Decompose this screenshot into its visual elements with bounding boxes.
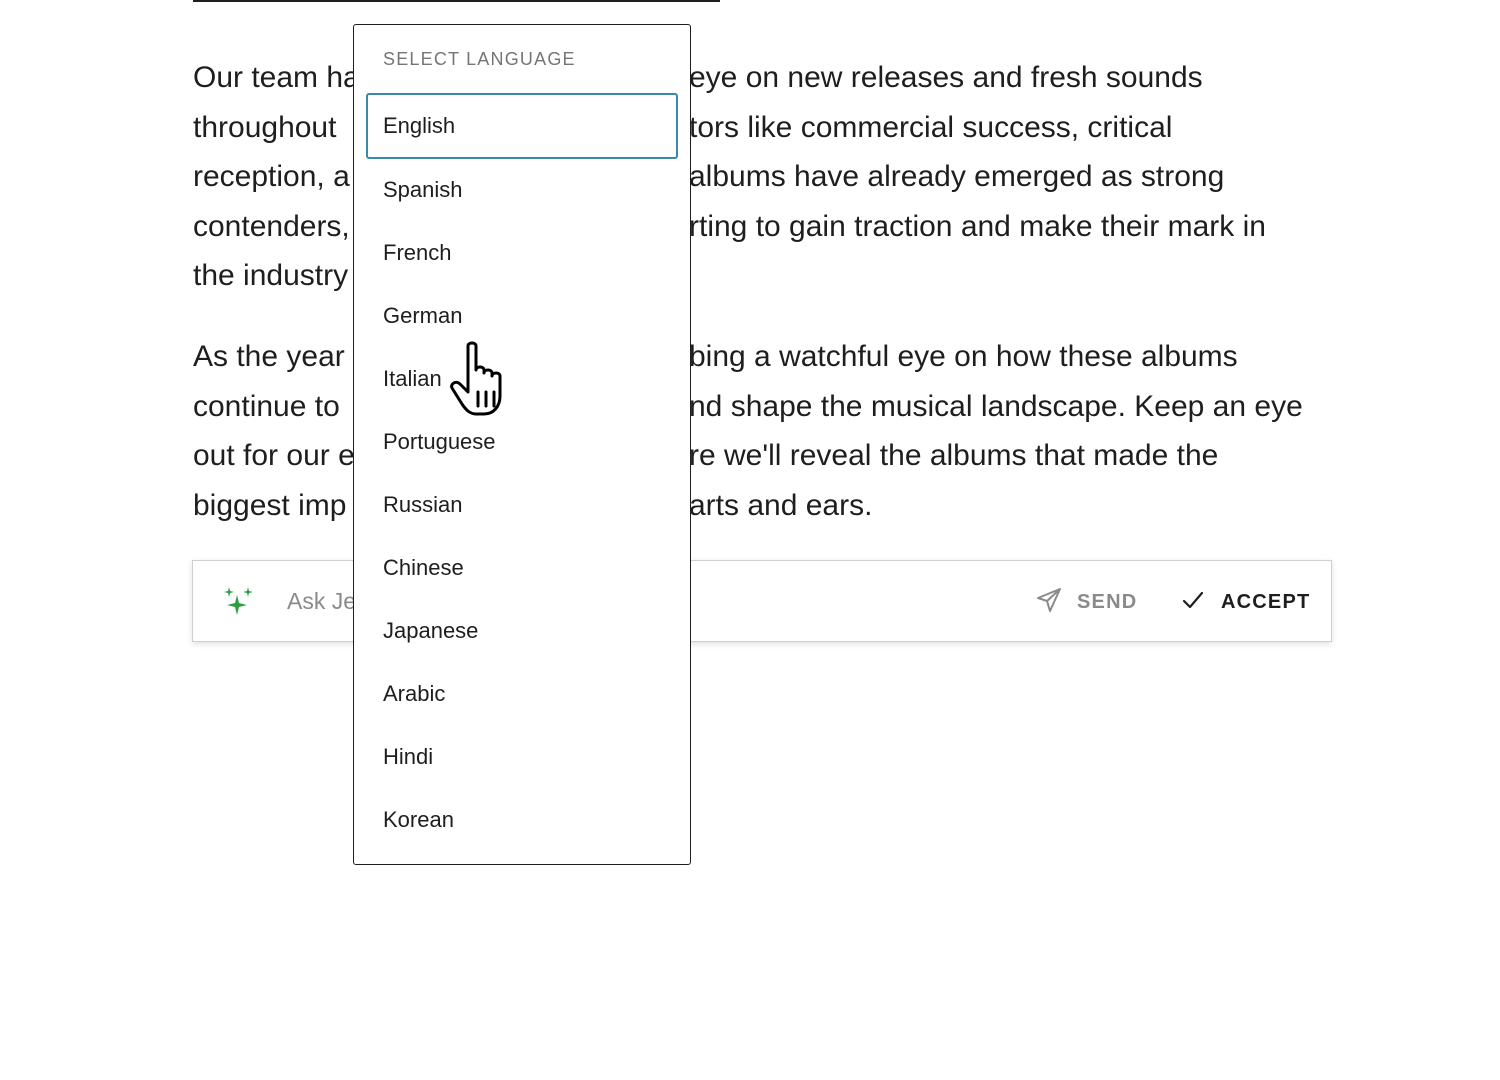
paragraph-text: arts and ears. xyxy=(689,489,873,522)
paragraph-text: the industry xyxy=(193,259,349,292)
language-option-korean[interactable]: Korean xyxy=(366,787,678,853)
language-option-russian[interactable]: Russian xyxy=(366,472,678,538)
accept-button[interactable]: ACCEPT xyxy=(1181,583,1310,621)
language-option-portuguese[interactable]: Portuguese xyxy=(366,409,678,475)
paragraph-text: Our team ha xyxy=(193,61,360,94)
editor-page: Our team ha throughout reception, a cont… xyxy=(0,0,1500,1080)
language-option-japanese[interactable]: Japanese xyxy=(366,598,678,664)
language-option-spanish[interactable]: Spanish xyxy=(366,157,678,223)
language-option-english[interactable]: English xyxy=(366,93,678,159)
paragraph-text: out for our e xyxy=(193,439,355,472)
paragraph-text: rting to gain traction and make their ma… xyxy=(689,210,1266,243)
language-option-french[interactable]: French xyxy=(366,220,678,286)
paragraph-text: As the year xyxy=(193,340,345,373)
checkmark-icon xyxy=(1181,588,1205,617)
paragraph-text: eye on new releases and fresh sounds xyxy=(689,61,1203,94)
send-icon xyxy=(1035,586,1063,619)
accept-label: ACCEPT xyxy=(1221,590,1311,613)
paragraph-text: albums have already emerged as strong xyxy=(689,160,1225,193)
paragraph-text: nd shape the musical landscape. Keep an … xyxy=(689,390,1303,423)
paragraph-text: contenders, xyxy=(193,210,350,243)
send-label: SEND xyxy=(1077,590,1138,613)
paragraph-text: tors like commercial success, critical xyxy=(689,111,1173,144)
paragraph-text: throughout xyxy=(193,111,337,144)
paragraph-text: reception, a xyxy=(193,160,350,193)
dropdown-heading: SELECT LANGUAGE xyxy=(383,49,576,69)
language-option-chinese[interactable]: Chinese xyxy=(366,535,678,601)
sparkle-icon xyxy=(223,585,257,619)
language-dropdown: SELECT LANGUAGE English Spanish French G… xyxy=(353,24,691,865)
send-button[interactable]: SEND xyxy=(1035,583,1137,621)
paragraph-text: bing a watchful eye on how these albums xyxy=(689,340,1238,373)
paragraph-text: continue to xyxy=(193,390,340,423)
language-option-hindi[interactable]: Hindi xyxy=(366,724,678,790)
language-option-german[interactable]: German xyxy=(366,283,678,349)
paragraph-text: biggest imp xyxy=(193,489,347,522)
language-option-arabic[interactable]: Arabic xyxy=(366,661,678,727)
language-option-italian[interactable]: Italian xyxy=(366,346,678,412)
divider xyxy=(193,0,720,2)
paragraph-text: re we'll reveal the albums that made the xyxy=(689,439,1219,472)
